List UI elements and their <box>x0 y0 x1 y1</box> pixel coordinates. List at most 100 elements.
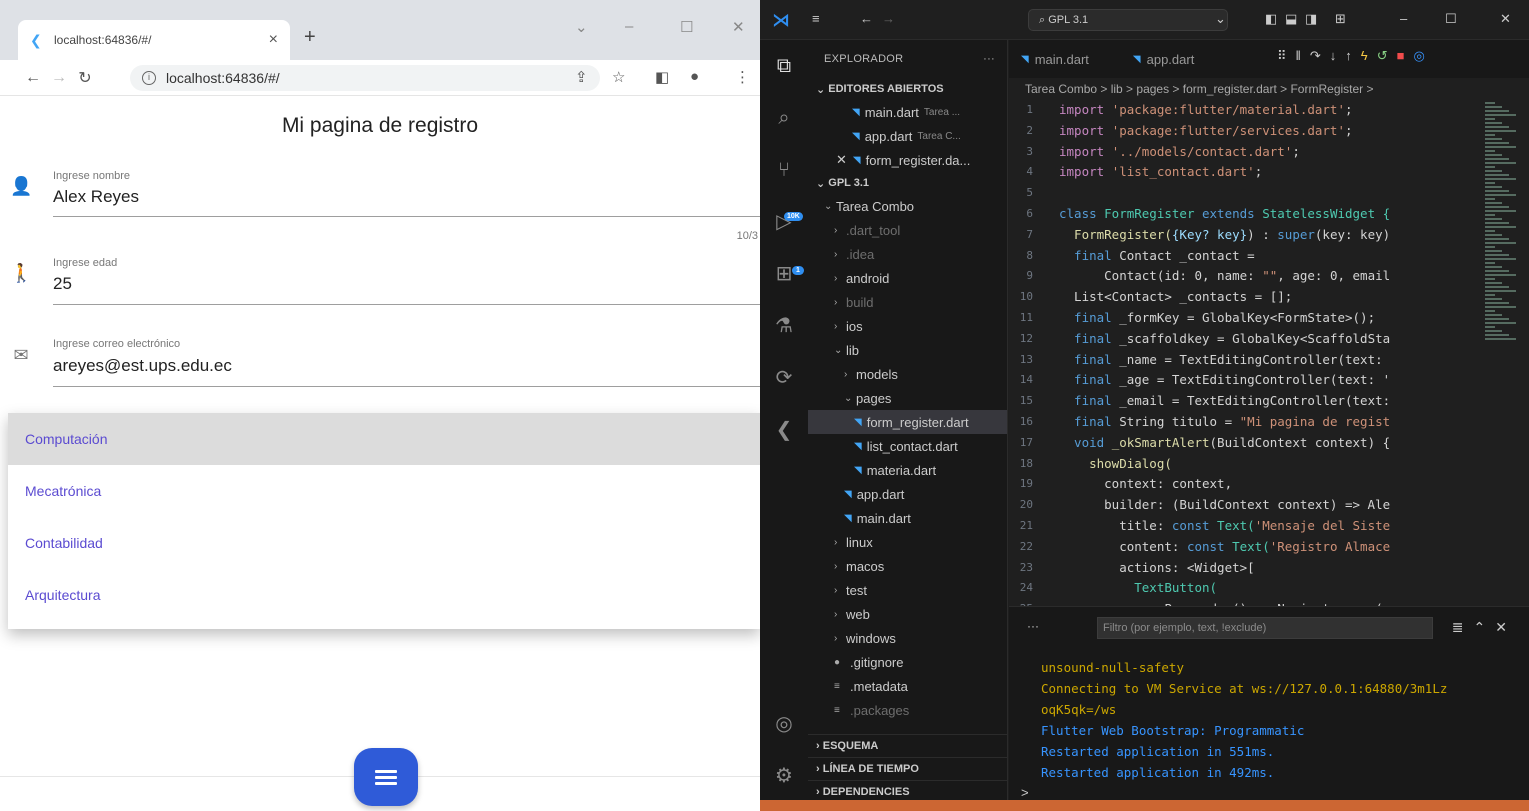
source-control-icon[interactable]: ⑂ <box>772 158 796 182</box>
toggle-sidebar-icon[interactable]: ◧ <box>1265 11 1277 27</box>
tree-folder[interactable]: ≡ .packages <box>808 698 1007 722</box>
open-editor-item[interactable]: ◥ main.dart Tarea ... <box>808 100 1007 124</box>
explorer-icon[interactable]: ⧉ <box>772 54 796 78</box>
nav-forward-icon[interactable]: → <box>882 11 895 26</box>
open-editor-item[interactable]: ◥ app.dart Tarea C... <box>808 124 1007 148</box>
tree-folder[interactable]: › linux <box>808 530 1007 554</box>
tree-folder[interactable]: › web <box>808 602 1007 626</box>
tree-folder[interactable]: › .idea <box>808 242 1007 266</box>
timeline-section[interactable]: › LÍNEA DE TIEMPO <box>808 757 1008 779</box>
email-field[interactable]: ✉ Ingrese correo electrónico areyes@est.… <box>0 330 760 390</box>
address-bar[interactable]: i localhost:64836/#/ <box>130 65 600 91</box>
terminal-prompt[interactable]: > <box>1021 785 1029 800</box>
tree-folder[interactable]: › windows <box>808 626 1007 650</box>
age-field[interactable]: 🚶 Ingrese edad 25 <box>0 250 760 310</box>
tree-folder[interactable]: › macos <box>808 554 1007 578</box>
browser-tab[interactable]: ❮ localhost:64836/#/ × <box>18 20 290 60</box>
tree-file[interactable]: ◥ app.dart <box>808 482 1007 506</box>
tree-file[interactable]: ◥ main.dart <box>808 506 1007 530</box>
tree-folder[interactable]: › test <box>808 578 1007 602</box>
manage-gear-icon[interactable]: ⚙ <box>772 764 796 788</box>
editor-tab-main-dart[interactable]: ◥ main.dart <box>1009 40 1101 78</box>
editor-tab-app-dart[interactable]: ◥ app.dart <box>1121 40 1206 78</box>
panel-actions[interactable]: ≣⌃✕ <box>1452 619 1517 636</box>
tree-file[interactable]: ◥ list_contact.dart <box>808 434 1007 458</box>
age-value[interactable]: 25 <box>53 274 72 294</box>
debug-toolbar[interactable]: ⠿‖↷↓↑ϟ↺■◎ <box>1277 48 1434 64</box>
maximize-icon[interactable]: ☐ <box>680 18 693 36</box>
run-debug-icon[interactable]: ▷ <box>772 210 796 234</box>
workspace-section[interactable]: ⌄ GPL 3.1 <box>808 172 1007 194</box>
list-fab-button[interactable] <box>354 748 418 806</box>
tree-folder[interactable]: ⌄ lib <box>808 338 1007 362</box>
testing-icon[interactable]: ⚗ <box>772 314 796 338</box>
name-value[interactable]: Alex Reyes <box>53 187 139 207</box>
close-editor-icon[interactable]: ✕ <box>836 152 847 168</box>
output-filter-input[interactable]: Filtro (por ejemplo, text, !exclude) <box>1097 617 1433 639</box>
share-icon[interactable]: ⇪ <box>575 68 588 86</box>
tree-folder[interactable]: › build <box>808 290 1007 314</box>
vscode-close-icon[interactable]: ✕ <box>1500 11 1511 27</box>
minimap[interactable] <box>1481 100 1529 606</box>
side-panel-icon[interactable]: ◧ <box>655 68 669 86</box>
panel-more-icon[interactable]: ··· <box>1027 619 1039 633</box>
chevron-right-icon: › <box>844 368 848 380</box>
code-editor[interactable]: 1 import 'package:flutter/material.dart';… <box>1009 100 1529 606</box>
vscode-maximize-icon[interactable]: ☐ <box>1445 11 1457 27</box>
name-field[interactable]: 👤 Ingrese nombre Alex Reyes 10/3 <box>0 160 760 250</box>
minimap-line <box>1485 294 1495 296</box>
explorer-more-icon[interactable]: ··· <box>983 53 995 65</box>
dropdown-item-mecatronica[interactable]: Mecatrónica <box>8 465 760 517</box>
profile-icon[interactable]: ● <box>690 68 699 85</box>
tree-folder[interactable]: › android <box>808 266 1007 290</box>
tab-close-icon[interactable]: × <box>269 31 278 49</box>
extensions-icon[interactable]: ⊞ <box>772 262 796 286</box>
outline-section[interactable]: › ESQUEMA <box>808 734 1008 756</box>
command-center-chevron-icon[interactable]: ⌄ <box>1215 11 1226 27</box>
site-info-icon[interactable]: i <box>142 71 156 85</box>
flutter-icon[interactable]: ❮ <box>772 418 796 442</box>
toggle-secondary-sidebar-icon[interactable]: ◨ <box>1305 11 1317 27</box>
line-number: 11 <box>1019 310 1033 324</box>
open-editors-section[interactable]: ⌄ EDITORES ABIERTOS <box>808 78 1007 100</box>
forward-icon[interactable]: → <box>46 69 72 87</box>
bookmark-star-icon[interactable]: ☆ <box>612 68 625 86</box>
tree-folder[interactable]: ⌄ Tarea Combo <box>808 194 1007 218</box>
tree-file[interactable]: ◥ materia.dart <box>808 458 1007 482</box>
tree-folder[interactable]: › models <box>808 362 1007 386</box>
browser-toolbar: ← → ↻ i localhost:64836/#/ ⇪ ☆ ◧ ● ⋮ <box>0 60 760 96</box>
dropdown-item-arquitectura[interactable]: Arquitectura <box>8 569 760 621</box>
open-editor-item[interactable]: ✕ ◥ form_register.da... <box>808 148 1007 172</box>
toggle-panel-icon[interactable]: ⬓ <box>1285 11 1297 27</box>
chevron-right-icon: › <box>834 248 838 260</box>
email-value[interactable]: areyes@est.ups.edu.ec <box>53 356 232 376</box>
tab-search-icon[interactable]: ⌄ <box>575 18 588 36</box>
dropdown-item-contabilidad[interactable]: Contabilidad <box>8 517 760 569</box>
tree-folder[interactable]: ⌄ pages <box>808 386 1007 410</box>
command-center[interactable]: ⌕ GPL 3.1 <box>1028 9 1228 31</box>
code-token: class <box>1059 205 1105 221</box>
dependencies-section[interactable]: › DEPENDENCIES <box>808 780 1008 802</box>
dropdown-item-computacion[interactable]: Computación <box>8 413 760 465</box>
code-token: _age = TextEditingController(text: ' <box>1119 372 1391 388</box>
code-line: 13 final _name = TextEditingController(t… <box>1009 350 1529 371</box>
remote-icon[interactable]: ⟳ <box>772 366 796 390</box>
minimize-icon[interactable]: – <box>625 18 633 35</box>
new-tab-button[interactable]: + <box>304 26 316 49</box>
back-icon[interactable]: ← <box>20 69 46 87</box>
reload-icon[interactable]: ↻ <box>72 68 98 88</box>
close-window-icon[interactable]: ✕ <box>732 18 745 36</box>
tree-folder[interactable]: ● .gitignore <box>808 650 1007 674</box>
menu-kebab-icon[interactable]: ⋮ <box>735 68 750 86</box>
hamburger-menu-icon[interactable]: ≡ <box>812 11 820 26</box>
tree-file[interactable]: ◥ form_register.dart <box>808 410 1007 434</box>
tree-folder[interactable]: ≡ .metadata <box>808 674 1007 698</box>
tree-folder[interactable]: › ios <box>808 314 1007 338</box>
search-icon[interactable]: ⌕ <box>772 106 796 130</box>
accounts-icon[interactable]: ◎ <box>772 712 796 736</box>
breadcrumb[interactable]: Tarea Combo > lib > pages > form_registe… <box>1009 78 1529 100</box>
layout-icon[interactable]: ⊞ <box>1335 11 1346 27</box>
tree-folder[interactable]: › .dart_tool <box>808 218 1007 242</box>
vscode-minimize-icon[interactable]: – <box>1400 11 1407 26</box>
nav-back-icon[interactable]: ← <box>860 11 873 26</box>
